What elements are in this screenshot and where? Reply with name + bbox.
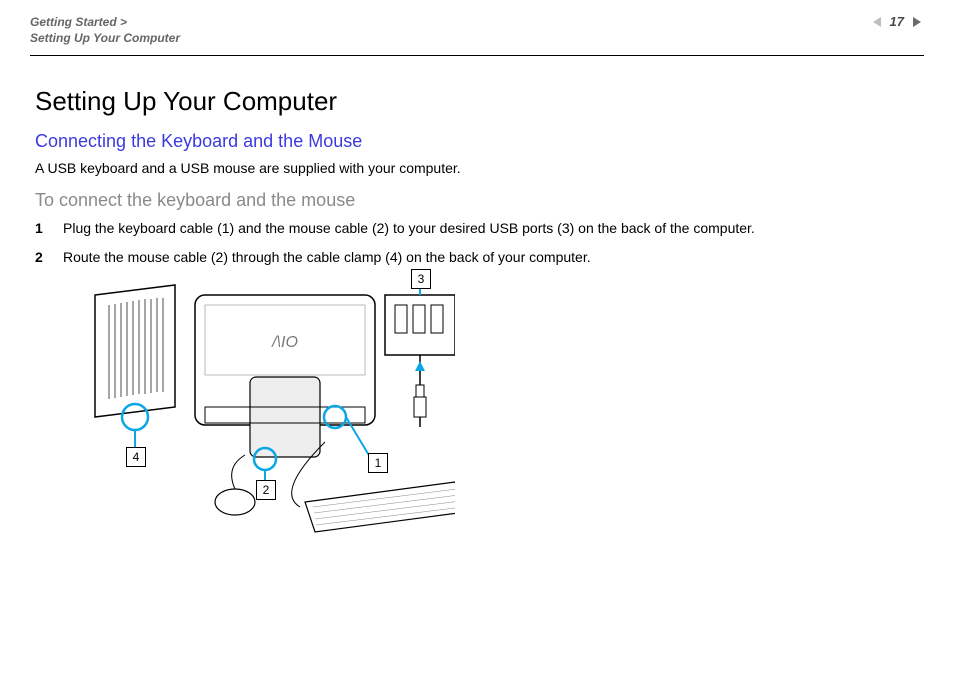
procedure-title: To connect the keyboard and the mouse [35, 190, 919, 211]
step-text: Plug the keyboard cable (1) and the mous… [63, 219, 755, 238]
divider [30, 55, 924, 56]
section-title[interactable]: Connecting the Keyboard and the Mouse [35, 131, 919, 152]
list-item: 2 Route the mouse cable (2) through the … [35, 248, 919, 267]
step-text: Route the mouse cable (2) through the ca… [63, 248, 591, 267]
callout-1: 1 [368, 453, 388, 473]
page-number: 17 [890, 14, 904, 29]
page-title: Setting Up Your Computer [35, 86, 919, 117]
list-item: 1 Plug the keyboard cable (1) and the mo… [35, 219, 919, 238]
breadcrumb-line-1: Getting Started > [30, 15, 127, 29]
page-navigation: 17 [870, 14, 924, 29]
callout-3: 3 [411, 269, 431, 289]
content-area: Setting Up Your Computer Connecting the … [35, 86, 919, 537]
breadcrumb: Getting Started > Setting Up Your Comput… [30, 14, 180, 46]
next-page-icon[interactable] [910, 15, 924, 29]
header-row: Getting Started > Setting Up Your Comput… [30, 14, 924, 46]
step-number: 2 [35, 248, 49, 267]
setup-diagram: /\IO [75, 277, 455, 537]
callout-4: 4 [126, 447, 146, 467]
breadcrumb-line-2: Setting Up Your Computer [30, 31, 180, 45]
intro-text: A USB keyboard and a USB mouse are suppl… [35, 160, 919, 176]
svg-text:/\IO: /\IO [271, 334, 298, 351]
document-page: Getting Started > Setting Up Your Comput… [0, 0, 954, 674]
step-list: 1 Plug the keyboard cable (1) and the mo… [35, 219, 919, 267]
step-number: 1 [35, 219, 49, 238]
callout-2: 2 [256, 480, 276, 500]
prev-page-icon[interactable] [870, 15, 884, 29]
